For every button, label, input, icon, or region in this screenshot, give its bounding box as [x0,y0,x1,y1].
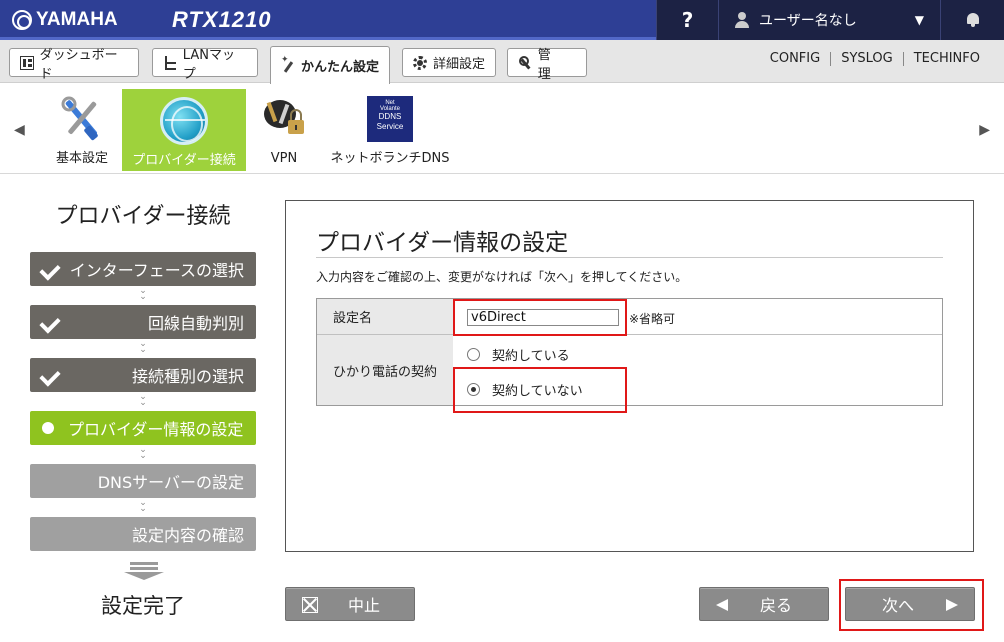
radio-label: 契約している [492,349,570,364]
provider-info-panel: プロバイダー情報の設定 入力内容をご確認の上、変更がなければ「次へ」を押してくだ… [285,200,974,552]
chevron-down-icon: ▼ [914,13,924,27]
optional-note: ※省略可 [629,312,676,326]
ddns-icon: Net Volante DDNS Service [367,96,413,142]
step-provider-info: プロバイダー情報の設定 [30,411,256,445]
tab-advanced-settings[interactable]: 詳細設定 [402,48,496,77]
title-divider [316,257,943,258]
step-dns-server: DNSサーバーの設定 [30,464,256,498]
strip-item-netvolante-dns[interactable]: Net Volante DDNS Service ネットボランチDNS [330,84,450,170]
check-icon [42,368,62,382]
strip-item-label: プロバイダー接続 [132,153,236,168]
step-label: 接続種別の選択 [131,367,244,386]
current-step-dot-icon [42,422,54,434]
highlight-next-button [839,579,984,631]
tab-label: かんたん設定 [301,60,380,75]
user-label: ユーザー名なし [759,13,857,29]
config-link[interactable]: CONFIG [760,52,830,66]
settings-form: 設定名 ※省略可 ひかり電話の契約 契約している 契約していない [316,298,943,406]
chevron-double-down-icon: ⌄ ⌄ [139,392,147,408]
strip-item-label: ネットボランチDNS [330,151,450,166]
tab-management[interactable]: 管 理 [507,48,587,82]
hikari-phone-label: ひかり電話の契約 [317,335,453,405]
back-label: 戻る [760,596,793,615]
step-label: プロバイダー情報の設定 [68,420,244,439]
tab-label: 管 理 [537,47,564,82]
utility-links: CONFIG SYSLOG TECHINFO [760,52,990,66]
notification-button[interactable] [940,0,1004,40]
model-name: RTX1210 [172,7,272,32]
tab-label: 詳細設定 [433,57,486,72]
help-button[interactable]: ? [656,0,718,40]
lan-map-icon [163,55,177,70]
strip-item-vpn[interactable]: VPN [254,84,314,170]
check-icon [42,315,62,329]
user-icon [735,12,749,28]
arrow-left-icon [716,599,728,611]
strip-item-provider-connection[interactable]: プロバイダー接続 [122,89,246,171]
top-bar: YAMAHA RTX1210 ? ユーザー名なし ▼ [0,0,1004,40]
setting-name-label: 設定名 [317,299,453,335]
vpn-keys-icon [264,100,304,134]
step-label: インターフェースの選択 [69,261,244,280]
strip-item-basic-settings[interactable]: 基本設定 [52,84,112,170]
arrow-down-icon [124,562,164,580]
check-icon [42,262,62,276]
cancel-label: 中止 [348,596,381,615]
instruction-text: 入力内容をご確認の上、変更がなければ「次へ」を押してください。 [316,270,688,284]
chevron-double-down-icon: ⌄ ⌄ [139,445,147,461]
tab-easy-setup[interactable]: かんたん設定 [270,46,390,84]
close-box-icon [302,597,318,613]
dashboard-icon [20,55,34,70]
wrench-icon [518,55,532,70]
radio-contracted[interactable]: 契約している [467,345,570,364]
main-nav: ダッシュボード LANマップ かんたん設定 詳細設定 管 理 CONFIG SY… [0,40,1004,84]
highlight-setting-name [453,299,627,336]
gear-icon [413,55,427,70]
step-line-detection: 回線自動判別 [30,305,256,339]
feature-strip: ◀ 基本設定 プロバイダー接続 VPN Net Volante DDNS Ser… [0,84,1004,174]
syslog-link[interactable]: SYSLOG [830,52,903,66]
step-label: 設定内容の確認 [131,526,244,545]
panel-title: プロバイダー情報の設定 [316,230,569,256]
strip-item-label: VPN [270,151,298,166]
scroll-right-arrow-icon[interactable]: ▶ [979,122,990,138]
tab-label: ダッシュボード [39,47,118,82]
yamaha-mark-icon [12,10,32,30]
back-button[interactable]: 戻る [699,587,829,621]
tab-dashboard[interactable]: ダッシュボード [9,48,139,82]
step-confirm: 設定内容の確認 [30,517,256,551]
strip-item-label: 基本設定 [55,151,108,166]
step-connection-type: 接続種別の選択 [30,358,256,392]
yamaha-logo: YAMAHA [12,9,118,31]
step-label: DNSサーバーの設定 [97,473,244,492]
globe-icon [160,97,208,145]
cancel-button[interactable]: 中止 [285,587,415,621]
chevron-double-down-icon: ⌄ ⌄ [139,339,147,355]
wizard-title: プロバイダー接続 [55,204,231,229]
wizard-icon [281,55,295,73]
chevron-double-down-icon: ⌄ ⌄ [139,286,147,302]
techinfo-link[interactable]: TECHINFO [902,52,990,66]
user-menu[interactable]: ユーザー名なし ▼ [718,0,940,40]
highlight-not-contracted [453,367,627,413]
radio-button[interactable] [467,348,480,361]
brand-name: YAMAHA [36,9,118,30]
chevron-double-down-icon: ⌄ ⌄ [139,498,147,514]
tab-lan-map[interactable]: LANマップ [152,48,258,82]
bell-icon [965,12,981,28]
step-label: 回線自動判別 [147,314,244,333]
setup-complete-label: 設定完了 [101,594,185,618]
step-interface-selection: インターフェースの選択 [30,252,256,286]
tools-icon [61,96,98,141]
help-label: ? [681,8,694,32]
scroll-left-arrow-icon[interactable]: ◀ [14,122,25,138]
tab-label: LANマップ [182,47,235,82]
